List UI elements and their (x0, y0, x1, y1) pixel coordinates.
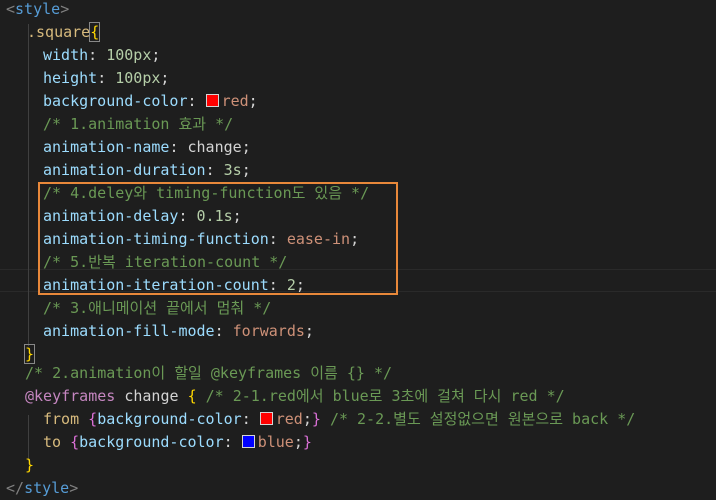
color-swatch-red[interactable] (205, 94, 219, 107)
css-value: blue (257, 433, 294, 451)
css-value: red (275, 410, 303, 428)
keyframes-name: change (124, 387, 179, 405)
css-property: animation-name (43, 138, 170, 156)
code-comment: /* 2-2.별도 설정없으면 원본으로 back */ (329, 410, 636, 428)
indent-guide (28, 24, 29, 346)
css-property: width (43, 46, 89, 64)
code-line: width: 100px; (43, 46, 161, 64)
at-rule-keyword: @keyframes (25, 387, 116, 405)
css-value: 100px (115, 69, 161, 87)
code-line: .square{ (27, 21, 716, 44)
code-line: animation-name: change; (43, 138, 251, 156)
css-property: animation-duration (43, 161, 206, 179)
code-line: <style> (6, 0, 716, 21)
color-swatch-red[interactable] (259, 412, 273, 425)
keyframe-selector: to (43, 433, 62, 451)
close-brace: } (23, 344, 36, 364)
css-value: 100px (106, 46, 152, 64)
code-line: height: 100px; (43, 69, 170, 87)
keyframe-selector: from (43, 410, 80, 428)
css-value: change (187, 138, 242, 156)
annotation-highlight-box (38, 182, 398, 295)
css-property: background-color (97, 410, 242, 428)
tag-bracket: < (6, 0, 16, 18)
css-value: forwards (232, 322, 305, 340)
code-comment: /* 2-1.red에서 blue로 3초에 걸쳐 다시 red */ (205, 387, 565, 405)
code-line: from {background-color: red;} /* 2-2.별도 … (43, 410, 636, 428)
tag-bracket: </ (6, 479, 25, 497)
open-brace: { (187, 387, 197, 405)
code-line: /* 1.animation 효과 */ (43, 113, 716, 136)
code-comment: /* 3.애니메이션 끝에서 멈춰 */ (43, 299, 272, 317)
code-line: to {background-color: blue;} (43, 433, 312, 451)
css-property: animation-fill-mode (43, 322, 215, 340)
code-line: /* 2.animation이 할일 @keyframes 이름 {} */ (25, 362, 716, 385)
code-line: @keyframes change { /* 2-1.red에서 blue로 3… (25, 385, 716, 408)
code-line: /* 3.애니메이션 끝에서 멈춰 */ (43, 297, 716, 320)
code-line: } (25, 454, 716, 477)
tag-bracket: > (60, 0, 70, 18)
tag-name: style (15, 0, 61, 18)
color-swatch-blue[interactable] (241, 435, 255, 448)
css-property: background-color (43, 92, 188, 110)
code-line: animation-duration: 3s; (43, 161, 251, 179)
code-editor[interactable]: <style> .square{ width: 100px; height: 1… (0, 0, 716, 499)
code-comment: /* 2.animation이 할일 @keyframes 이름 {} */ (25, 364, 393, 382)
tag-bracket: > (69, 479, 79, 497)
open-brace: { (89, 22, 101, 42)
css-property: background-color (79, 433, 224, 451)
code-line: animation-fill-mode: forwards; (43, 322, 314, 340)
code-line: background-color: red; (43, 92, 258, 110)
css-value: 3s (223, 161, 242, 179)
code-line: </style> (6, 477, 716, 500)
css-property: height (43, 69, 98, 87)
close-brace: } (25, 456, 35, 474)
code-comment: /* 1.animation 효과 */ (43, 115, 234, 133)
css-value: red (221, 92, 249, 110)
tag-name: style (24, 479, 70, 497)
css-selector: .square (27, 23, 91, 41)
